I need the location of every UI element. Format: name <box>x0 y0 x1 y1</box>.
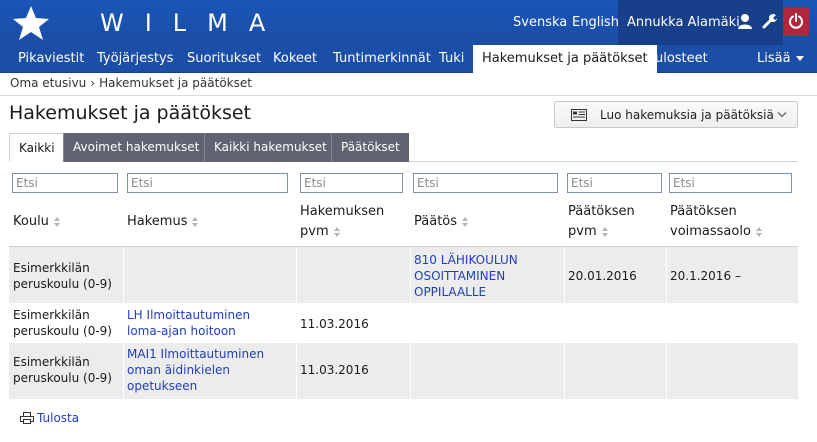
user-name[interactable]: Annukka Alamäki <box>627 15 740 30</box>
nav-item-tyojarjestys[interactable]: Työjärjestys <box>88 45 182 73</box>
column-header-hakemus[interactable]: Hakemus <box>127 212 199 232</box>
tab-avoimet-hakemukset[interactable]: Avoimet hakemukset <box>63 133 209 162</box>
cell-hakemus-link[interactable]: LH Ilmoittautuminen loma-ajan hoitoon <box>127 307 250 339</box>
column-separator <box>666 247 667 399</box>
wilma-star-logo-icon[interactable] <box>10 5 50 41</box>
language-english-link[interactable]: English <box>572 15 619 30</box>
cell-koulu: Esimerkkilän peruskoulu (0-9) <box>13 307 112 339</box>
cell-hakemus-pvm: 11.03.2016 <box>300 363 369 377</box>
column-header-paatoksen-voimassaolo[interactable]: Päätöksen voimassaolo <box>670 202 763 242</box>
cell-text: Esimerkkilän <box>13 308 90 322</box>
chevron-down-icon <box>795 56 804 61</box>
cell-text: opetukseen <box>127 379 198 393</box>
top-header: WILMA Svenska English Annukka Alamäki <box>0 0 817 45</box>
column-header-label: Päätöksen <box>568 204 635 219</box>
tab-paatokset[interactable]: Päätökset <box>331 133 409 162</box>
document-list-icon <box>571 109 587 121</box>
page-title: Hakemukset ja päätökset <box>9 102 251 124</box>
column-header-label: Päätös <box>414 214 458 229</box>
breadcrumb-current: Hakemukset ja päätökset <box>99 76 252 90</box>
main-navigation: Pikaviestit Työjärjestys Suoritukset Kok… <box>0 45 817 74</box>
column-header-paatos[interactable]: Päätös <box>414 212 469 232</box>
cell-voimassaolo: 20.1.2016 – <box>670 269 741 283</box>
cell-koulu: Esimerkkilän peruskoulu (0-9) <box>13 354 112 386</box>
cell-text: OSOITTAMINEN <box>414 269 506 283</box>
settings-wrench-icon[interactable] <box>761 12 779 30</box>
nav-item-hakemukset-ja-paatokset[interactable]: Hakemukset ja päätökset <box>473 45 657 74</box>
cell-koulu: Esimerkkilän peruskoulu (0-9) <box>13 260 112 292</box>
user-profile-icon[interactable] <box>736 12 754 30</box>
cell-text: oman äidinkielen <box>127 363 231 377</box>
nav-item-pikaviestit[interactable]: Pikaviestit <box>9 45 93 73</box>
print-label: Tulosta <box>37 411 80 425</box>
filter-hakemus-input[interactable] <box>127 173 288 193</box>
chevron-down-icon <box>777 112 787 118</box>
create-applications-button[interactable]: Luo hakemuksia ja päätöksiä <box>554 101 798 128</box>
print-link[interactable]: Tulosta <box>20 411 79 425</box>
tab-kaikki-hakemukset[interactable]: Kaikki hakemukset <box>204 133 336 162</box>
breadcrumb-separator-icon: › <box>90 76 96 90</box>
cell-text: peruskoulu (0-9) <box>13 277 112 291</box>
cell-text: Esimerkkilän <box>13 261 90 275</box>
power-icon <box>789 13 803 29</box>
user-box: Annukka Alamäki <box>618 0 783 45</box>
printer-icon <box>20 412 34 424</box>
column-header-label: Koulu <box>13 214 49 229</box>
column-header-hakemuksen-pvm[interactable]: Hakemuksen pvm <box>300 202 384 242</box>
sort-icon <box>462 216 469 227</box>
cell-text: MAI1 Ilmoittautuminen <box>127 347 265 361</box>
filter-voimassaolo-input[interactable] <box>669 173 792 193</box>
nav-more-label: Lisää <box>757 51 791 66</box>
sort-icon <box>333 226 340 237</box>
column-separator <box>410 247 411 399</box>
column-separator <box>564 247 565 399</box>
cell-hakemus-pvm: 11.03.2016 <box>300 317 369 331</box>
language-svenska-link[interactable]: Svenska <box>513 15 567 30</box>
column-header-label: Hakemus <box>127 214 188 229</box>
tab-kaikki[interactable]: Kaikki <box>9 133 65 162</box>
column-header-label: pvm <box>568 224 597 239</box>
filter-hakemus-pvm-input[interactable] <box>300 173 403 193</box>
cell-paatos-link[interactable]: 810 LÄHIKOULUN OSOITTAMINEN OPPILAALLE <box>414 252 518 300</box>
cell-text: loma-ajan hoitoon <box>127 324 236 338</box>
nav-item-tuki[interactable]: Tuki <box>430 45 473 73</box>
create-applications-label: Luo hakemuksia ja päätöksiä <box>600 108 774 122</box>
column-header-label: Päätöksen <box>670 204 737 219</box>
sort-icon <box>755 226 762 237</box>
filter-paatos-input[interactable] <box>413 173 558 193</box>
cell-text: 810 LÄHIKOULUN <box>414 253 518 267</box>
cell-hakemus-link[interactable]: MAI1 Ilmoittautuminen oman äidinkielen o… <box>127 346 264 394</box>
nav-item-suoritukset[interactable]: Suoritukset <box>178 45 270 73</box>
column-separator <box>123 247 124 399</box>
breadcrumb-home-link[interactable]: Oma etusivu <box>10 76 86 90</box>
sort-icon <box>601 226 608 237</box>
column-header-label: pvm <box>300 224 329 239</box>
cell-text: LH Ilmoittautuminen <box>127 308 251 322</box>
cell-text: OPPILAALLE <box>414 285 487 299</box>
sort-icon <box>53 216 60 227</box>
breadcrumb: Oma etusivu › Hakemukset ja päätökset <box>10 76 252 90</box>
filter-paatos-pvm-input[interactable] <box>567 173 662 193</box>
cell-paatos-pvm: 20.01.2016 <box>568 269 637 283</box>
logout-button[interactable] <box>783 7 809 36</box>
column-separator <box>296 247 297 399</box>
column-header-paatoksen-pvm[interactable]: Päätöksen pvm <box>568 202 635 242</box>
filter-koulu-input[interactable] <box>12 173 118 193</box>
cell-text: Esimerkkilän <box>13 355 90 369</box>
nav-item-tuntimerkinnat[interactable]: Tuntimerkinnät <box>324 45 440 73</box>
nav-item-kokeet[interactable]: Kokeet <box>264 45 326 73</box>
sort-icon <box>192 216 199 227</box>
cell-text: peruskoulu (0-9) <box>13 324 112 338</box>
breadcrumb-divider <box>0 95 817 96</box>
column-header-label: voimassaolo <box>670 224 751 239</box>
brand-title[interactable]: WILMA <box>100 9 286 37</box>
cell-text: peruskoulu (0-9) <box>13 371 112 385</box>
nav-item-tulosteet[interactable]: Tulosteet <box>640 45 717 73</box>
column-header-label: Hakemuksen <box>300 204 385 219</box>
nav-more-dropdown[interactable]: Lisää <box>748 45 813 73</box>
column-header-koulu[interactable]: Koulu <box>13 212 61 232</box>
